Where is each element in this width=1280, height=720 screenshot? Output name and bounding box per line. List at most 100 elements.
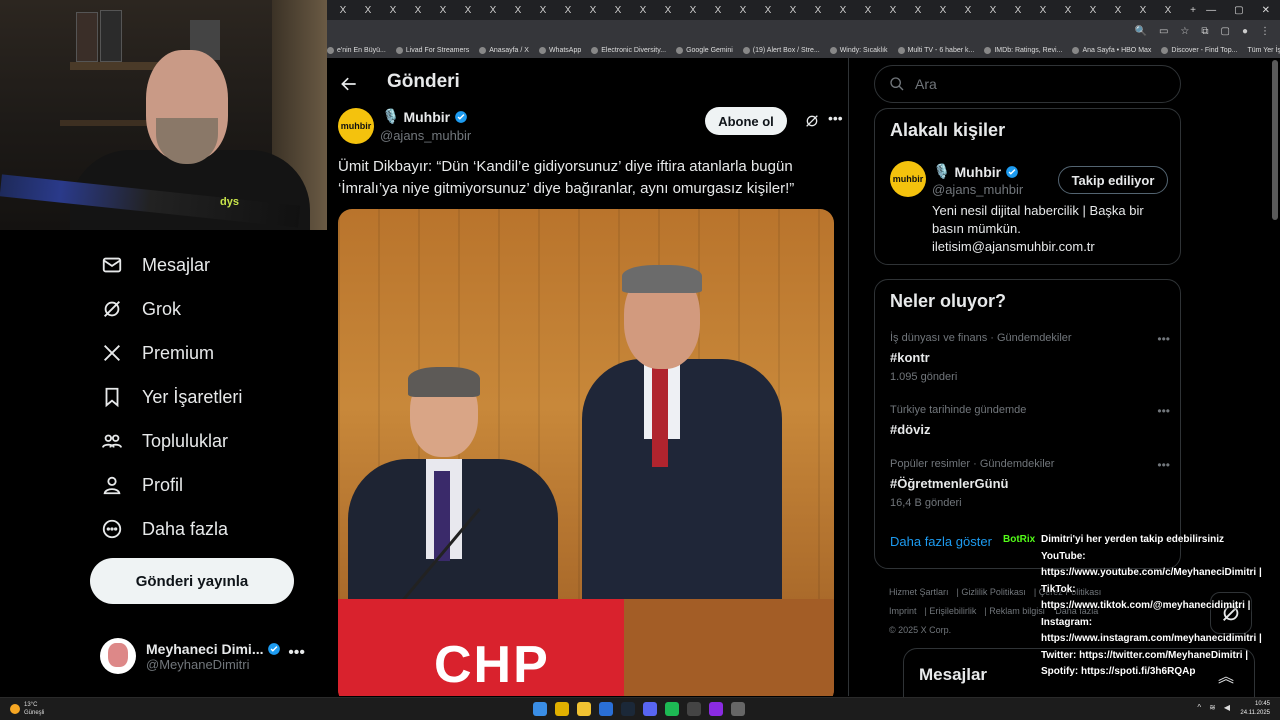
post-author-handle[interactable]: @ajans_muhbir xyxy=(380,128,471,143)
window-controls[interactable]: — ▢ ✕ xyxy=(1206,5,1280,16)
footer-link[interactable]: Gizlilik Politikası xyxy=(961,587,1026,597)
app-icon[interactable] xyxy=(731,702,745,716)
footer-link[interactable]: Reklam bilgisi xyxy=(989,606,1045,616)
bookmark-item[interactable]: IMDb: Ratings, Revi... xyxy=(984,46,1062,54)
bookmark-item[interactable]: Discover - Find Top... xyxy=(1161,46,1237,54)
post-more-icon[interactable]: ••• xyxy=(828,110,843,126)
browser-tab[interactable]: X xyxy=(856,1,880,19)
browser-tab[interactable]: X xyxy=(1131,1,1155,19)
app-icon[interactable] xyxy=(599,702,613,716)
volume-icon[interactable]: ◀ xyxy=(1224,703,1230,712)
app-icon[interactable] xyxy=(709,702,723,716)
browser-tab[interactable]: X xyxy=(681,1,705,19)
chrome-icon[interactable] xyxy=(555,702,569,716)
bookmark-item[interactable]: Ana Sayfa • HBO Max xyxy=(1072,46,1151,54)
trend-item[interactable]: Popüler resimler · Gündemdekiler #Öğretm… xyxy=(890,458,1170,509)
clock[interactable]: 10:45 24.11.2025 xyxy=(1240,700,1270,718)
browser-tab[interactable]: X xyxy=(781,1,805,19)
spotify-icon[interactable] xyxy=(665,702,679,716)
bookmark-item[interactable]: Google Gemini xyxy=(676,46,733,54)
sidebar-icon[interactable]: ▢ xyxy=(1221,26,1230,37)
browser-tab[interactable]: X xyxy=(1081,1,1105,19)
app-icon[interactable] xyxy=(687,702,701,716)
maximize-icon[interactable]: ▢ xyxy=(1234,5,1243,16)
close-icon[interactable]: ✕ xyxy=(1262,5,1270,16)
cast-icon[interactable]: ▭ xyxy=(1159,26,1168,37)
grok-icon[interactable] xyxy=(804,113,820,129)
zoom-icon[interactable]: 🔍 xyxy=(1134,26,1146,37)
trend-more-icon[interactable]: ••• xyxy=(1157,404,1170,418)
browser-tab[interactable]: X xyxy=(531,1,555,19)
bookmark-item[interactable]: e'nin En Büyü... xyxy=(327,46,386,54)
browser-tab[interactable]: X xyxy=(731,1,755,19)
browser-menu-icon[interactable]: ⋮ xyxy=(1260,26,1270,37)
browser-tab[interactable]: X xyxy=(581,1,605,19)
browser-tab[interactable]: X xyxy=(431,1,455,19)
browser-tab[interactable]: X xyxy=(906,1,930,19)
trend-item[interactable]: İş dünyası ve finans · Gündemdekiler #ko… xyxy=(890,332,1170,383)
browser-tab[interactable]: X xyxy=(981,1,1005,19)
account-more-icon[interactable]: ••• xyxy=(288,644,305,662)
wifi-icon[interactable]: ≋ xyxy=(1209,703,1216,712)
trend-item[interactable]: Türkiye tarihinde gündemde #döviz ••• xyxy=(890,404,1170,437)
start-icon[interactable] xyxy=(533,702,547,716)
minimize-icon[interactable]: — xyxy=(1206,5,1216,16)
browser-tab[interactable]: X xyxy=(1031,1,1055,19)
bookmark-item[interactable]: Livad For Streamers xyxy=(395,46,469,54)
browser-tab[interactable]: X xyxy=(956,1,980,19)
show-more-link[interactable]: Daha fazla göster xyxy=(890,534,992,549)
extensions-icon[interactable]: ⧉ xyxy=(1201,26,1208,37)
bookmark-item[interactable]: Multi TV - 6 haber k... xyxy=(897,46,974,54)
browser-tab[interactable]: X xyxy=(1156,1,1180,19)
related-handle[interactable]: @ajans_muhbir xyxy=(932,182,1023,197)
discord-icon[interactable] xyxy=(643,702,657,716)
browser-tab[interactable]: X xyxy=(331,1,355,19)
post-button[interactable]: Gönderi yayınla xyxy=(90,558,294,604)
bookmark-item[interactable]: (19) Alert Box / Stre... xyxy=(742,46,820,54)
account-switcher[interactable]: Meyhaneci Dimi... @MeyhaneDimitri ••• xyxy=(100,634,315,678)
nav-item-bookmarks[interactable]: Yer İşaretleri xyxy=(100,381,242,413)
browser-tab[interactable]: X xyxy=(806,1,830,19)
nav-item-premium[interactable]: Premium xyxy=(100,337,214,369)
nav-item-more[interactable]: Daha fazla xyxy=(100,513,228,545)
browser-tab[interactable]: X xyxy=(381,1,405,19)
trend-more-icon[interactable]: ••• xyxy=(1157,332,1170,346)
related-name[interactable]: 🎙️ Muhbir xyxy=(933,163,1019,180)
star-icon[interactable]: ☆ xyxy=(1180,26,1189,37)
post-author-avatar[interactable]: muhbir xyxy=(338,108,374,144)
steam-icon[interactable] xyxy=(621,702,635,716)
nav-item-communities[interactable]: Topluluklar xyxy=(100,425,228,457)
browser-tab[interactable]: X xyxy=(406,1,430,19)
browser-tab[interactable]: X xyxy=(656,1,680,19)
browser-tab[interactable]: X xyxy=(606,1,630,19)
subscribe-button[interactable]: Abone ol xyxy=(705,107,787,135)
bookmark-item[interactable]: Electronic Diversity... xyxy=(591,46,666,54)
browser-tab[interactable]: X xyxy=(631,1,655,19)
search-box[interactable] xyxy=(874,65,1181,103)
profile-avatar-icon[interactable]: ● xyxy=(1242,26,1248,37)
browser-tab[interactable]: X xyxy=(831,1,855,19)
page-scrollbar[interactable] xyxy=(1272,60,1278,220)
browser-tab[interactable]: X xyxy=(931,1,955,19)
browser-tab[interactable]: X xyxy=(456,1,480,19)
new-tab-button[interactable]: + xyxy=(1181,1,1205,19)
browser-tab[interactable]: X xyxy=(556,1,580,19)
browser-tab[interactable]: X xyxy=(1056,1,1080,19)
bookmark-item[interactable]: Windy: Sıcaklık xyxy=(829,46,888,54)
footer-link[interactable]: Erişilebilirlik xyxy=(929,606,976,616)
browser-tab[interactable]: X xyxy=(1006,1,1030,19)
browser-tab[interactable]: X xyxy=(356,1,380,19)
weather-widget[interactable]: 13°C Güneşli xyxy=(10,701,44,717)
following-button[interactable]: Takip ediliyor xyxy=(1058,166,1168,194)
nav-item-profile[interactable]: Profil xyxy=(100,469,183,501)
trend-more-icon[interactable]: ••• xyxy=(1157,458,1170,472)
footer-link[interactable]: Imprint xyxy=(889,606,917,616)
nav-item-grok[interactable]: Grok xyxy=(100,293,181,325)
bookmark-item[interactable]: WhatsApp xyxy=(538,46,581,54)
bookmark-item[interactable]: Anasayfa / X xyxy=(479,46,529,54)
back-arrow-icon[interactable] xyxy=(339,74,359,94)
tray-chevron-icon[interactable]: ^ xyxy=(1197,703,1201,712)
browser-tab[interactable]: X xyxy=(481,1,505,19)
related-avatar[interactable]: muhbir xyxy=(890,161,926,197)
post-author-name[interactable]: 🎙️ Muhbir xyxy=(382,108,468,125)
